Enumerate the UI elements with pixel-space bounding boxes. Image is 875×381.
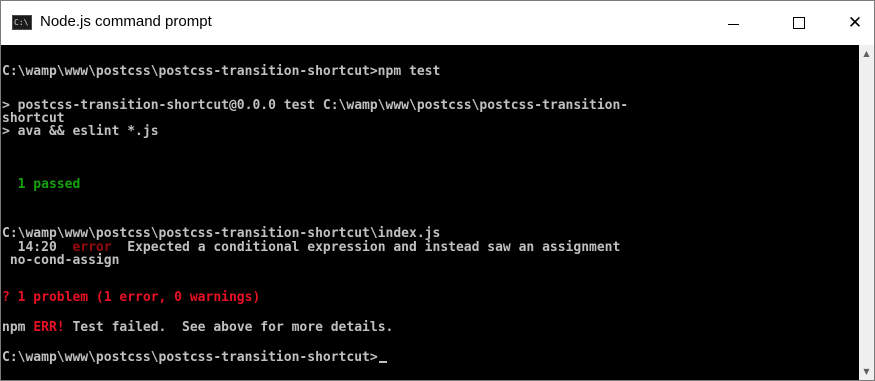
error-message: Expected a conditional expression and in… [127,240,621,255]
vertical-scrollbar[interactable]: ▲ ▼ [859,45,874,380]
minimize-button[interactable] [710,1,756,45]
close-icon: ✕ [847,13,863,33]
console-line: > postcss-transition-shortcut@0.0.0 test… [2,98,629,113]
window-title: Node.js command prompt [40,13,212,30]
lint-rule-line: no-cond-assign [2,253,120,268]
console-window: C:\ Node.js command prompt ✕ C:\wamp\www… [0,0,875,381]
maximize-icon [793,17,805,29]
console-line: > ava && eslint *.js [2,124,159,139]
console-output[interactable]: C:\wamp\www\postcss\postcss-transition-s… [1,45,859,380]
minimize-icon [727,24,739,25]
cmd-icon[interactable]: C:\ [12,15,32,30]
text-cursor [378,361,387,363]
scroll-down-icon[interactable]: ▼ [859,363,874,380]
npm-err-badge: ERR! [33,320,65,335]
console-line: C:\wamp\www\postcss\postcss-transition-s… [2,226,441,241]
npm-error-line: npm ERR! Test failed. See above for more… [2,321,393,334]
console-line: C:\wamp\www\postcss\postcss-transition-s… [2,64,441,79]
close-button[interactable]: ✕ [832,1,874,45]
maximize-button[interactable] [776,1,822,45]
test-passed-line: 1 passed [2,177,81,192]
title-bar[interactable]: C:\ Node.js command prompt ✕ [1,1,874,45]
npm-prefix: npm [2,320,26,335]
problem-summary-line: ? 1 problem (1 error, 0 warnings) [2,290,261,305]
npm-error-message: Test failed. See above for more details. [72,320,394,335]
prompt-line: C:\wamp\www\postcss\postcss-transition-s… [2,351,387,364]
prompt-text: C:\wamp\www\postcss\postcss-transition-s… [2,350,378,365]
scroll-up-icon[interactable]: ▲ [859,45,874,62]
